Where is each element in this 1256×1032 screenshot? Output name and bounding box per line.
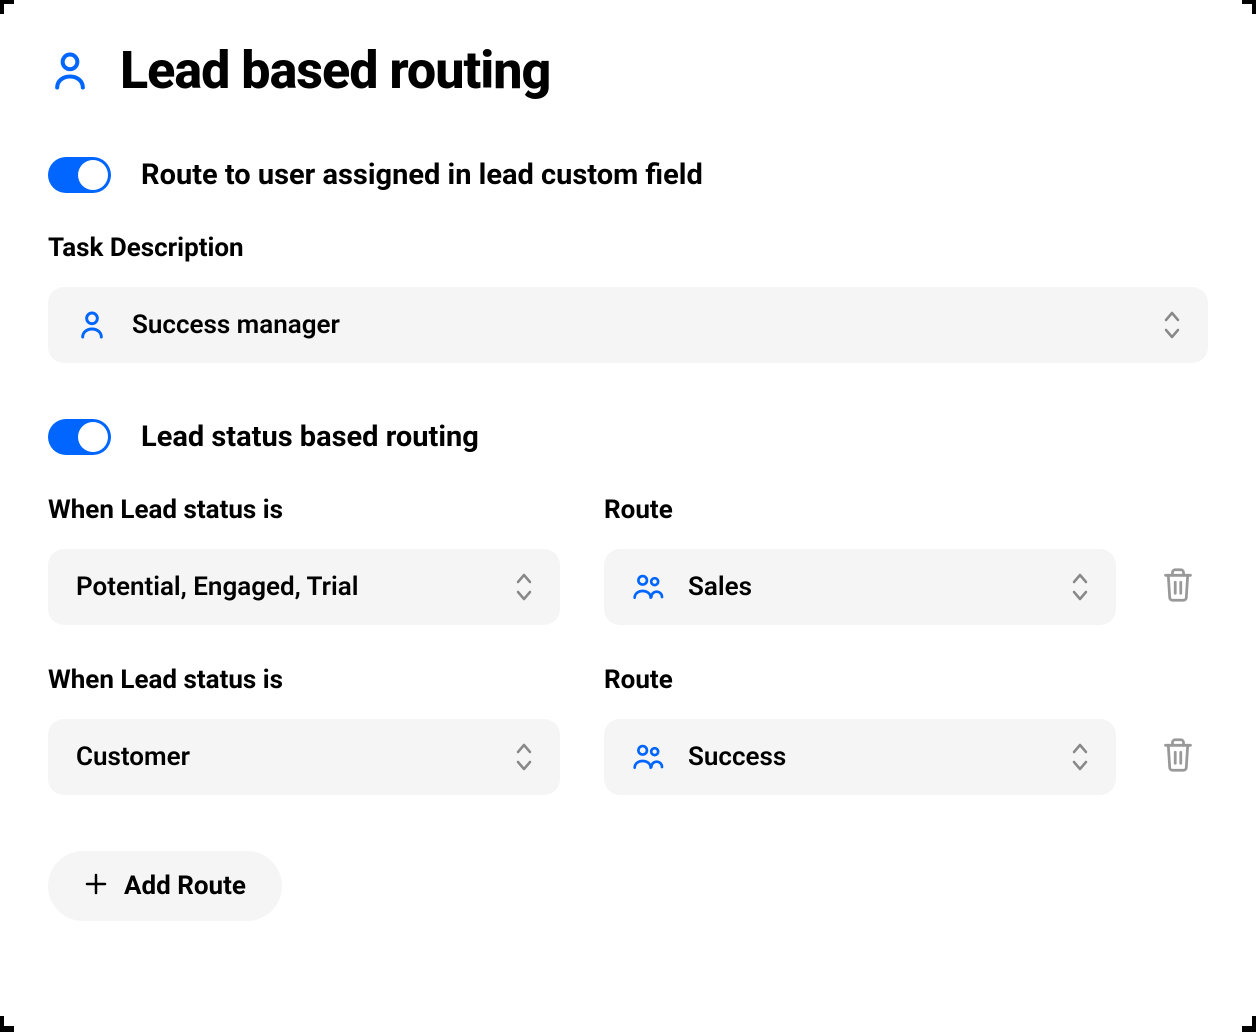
add-route-button[interactable]: Add Route	[48, 851, 282, 921]
person-icon	[76, 309, 108, 341]
chevron-updown-icon	[512, 571, 536, 603]
people-icon	[632, 571, 664, 603]
route-row: When Lead status is Customer Route	[48, 665, 1208, 795]
route-label: Route	[604, 495, 1116, 525]
when-lead-status-label: When Lead status is	[48, 495, 560, 525]
route-to-col: Route Sales	[604, 495, 1116, 625]
chevron-updown-icon	[1068, 571, 1092, 603]
lead-status-value: Potential, Engaged, Trial	[76, 572, 532, 602]
people-icon	[632, 741, 664, 773]
toggle-label: Route to user assigned in lead custom fi…	[141, 158, 703, 192]
delete-route-button[interactable]	[1160, 719, 1196, 795]
toggle-route-custom-field-row: Route to user assigned in lead custom fi…	[48, 157, 1208, 193]
add-route-label: Add Route	[124, 871, 246, 901]
route-value: Sales	[688, 572, 1088, 602]
trash-icon	[1161, 567, 1195, 607]
delete-route-button[interactable]	[1160, 549, 1196, 625]
lead-status-dropdown[interactable]: Potential, Engaged, Trial	[48, 549, 560, 625]
toggle-lead-status-routing[interactable]	[48, 419, 111, 455]
corner-marker	[1242, 0, 1256, 14]
person-icon	[48, 49, 92, 93]
route-dropdown[interactable]: Success	[604, 719, 1116, 795]
chevron-updown-icon	[1068, 741, 1092, 773]
toggle-lead-status-row: Lead status based routing	[48, 419, 1208, 455]
when-lead-status-label: When Lead status is	[48, 665, 560, 695]
page-title: Lead based routing	[120, 40, 550, 101]
routes-container: When Lead status is Potential, Engaged, …	[48, 495, 1208, 795]
task-description-label: Task Description	[48, 233, 1208, 263]
toggle-label: Lead status based routing	[141, 420, 479, 454]
toggle-knob	[78, 422, 108, 452]
route-dropdown[interactable]: Sales	[604, 549, 1116, 625]
trash-icon	[1161, 737, 1195, 777]
plus-icon	[84, 872, 108, 900]
chevron-updown-icon	[1160, 309, 1184, 341]
toggle-knob	[78, 160, 108, 190]
task-description-value: Success manager	[132, 310, 1180, 340]
route-label: Route	[604, 665, 1116, 695]
lead-status-dropdown[interactable]: Customer	[48, 719, 560, 795]
route-value: Success	[688, 742, 1088, 772]
lead-routing-card: Lead based routing Route to user assigne…	[0, 0, 1256, 1030]
chevron-updown-icon	[512, 741, 536, 773]
task-description-dropdown[interactable]: Success manager	[48, 287, 1208, 363]
corner-marker	[0, 0, 14, 14]
route-to-col: Route Success	[604, 665, 1116, 795]
lead-status-value: Customer	[76, 742, 532, 772]
toggle-route-custom-field[interactable]	[48, 157, 111, 193]
route-row: When Lead status is Potential, Engaged, …	[48, 495, 1208, 625]
route-when-col: When Lead status is Customer	[48, 665, 560, 795]
header: Lead based routing	[48, 40, 1208, 101]
route-when-col: When Lead status is Potential, Engaged, …	[48, 495, 560, 625]
